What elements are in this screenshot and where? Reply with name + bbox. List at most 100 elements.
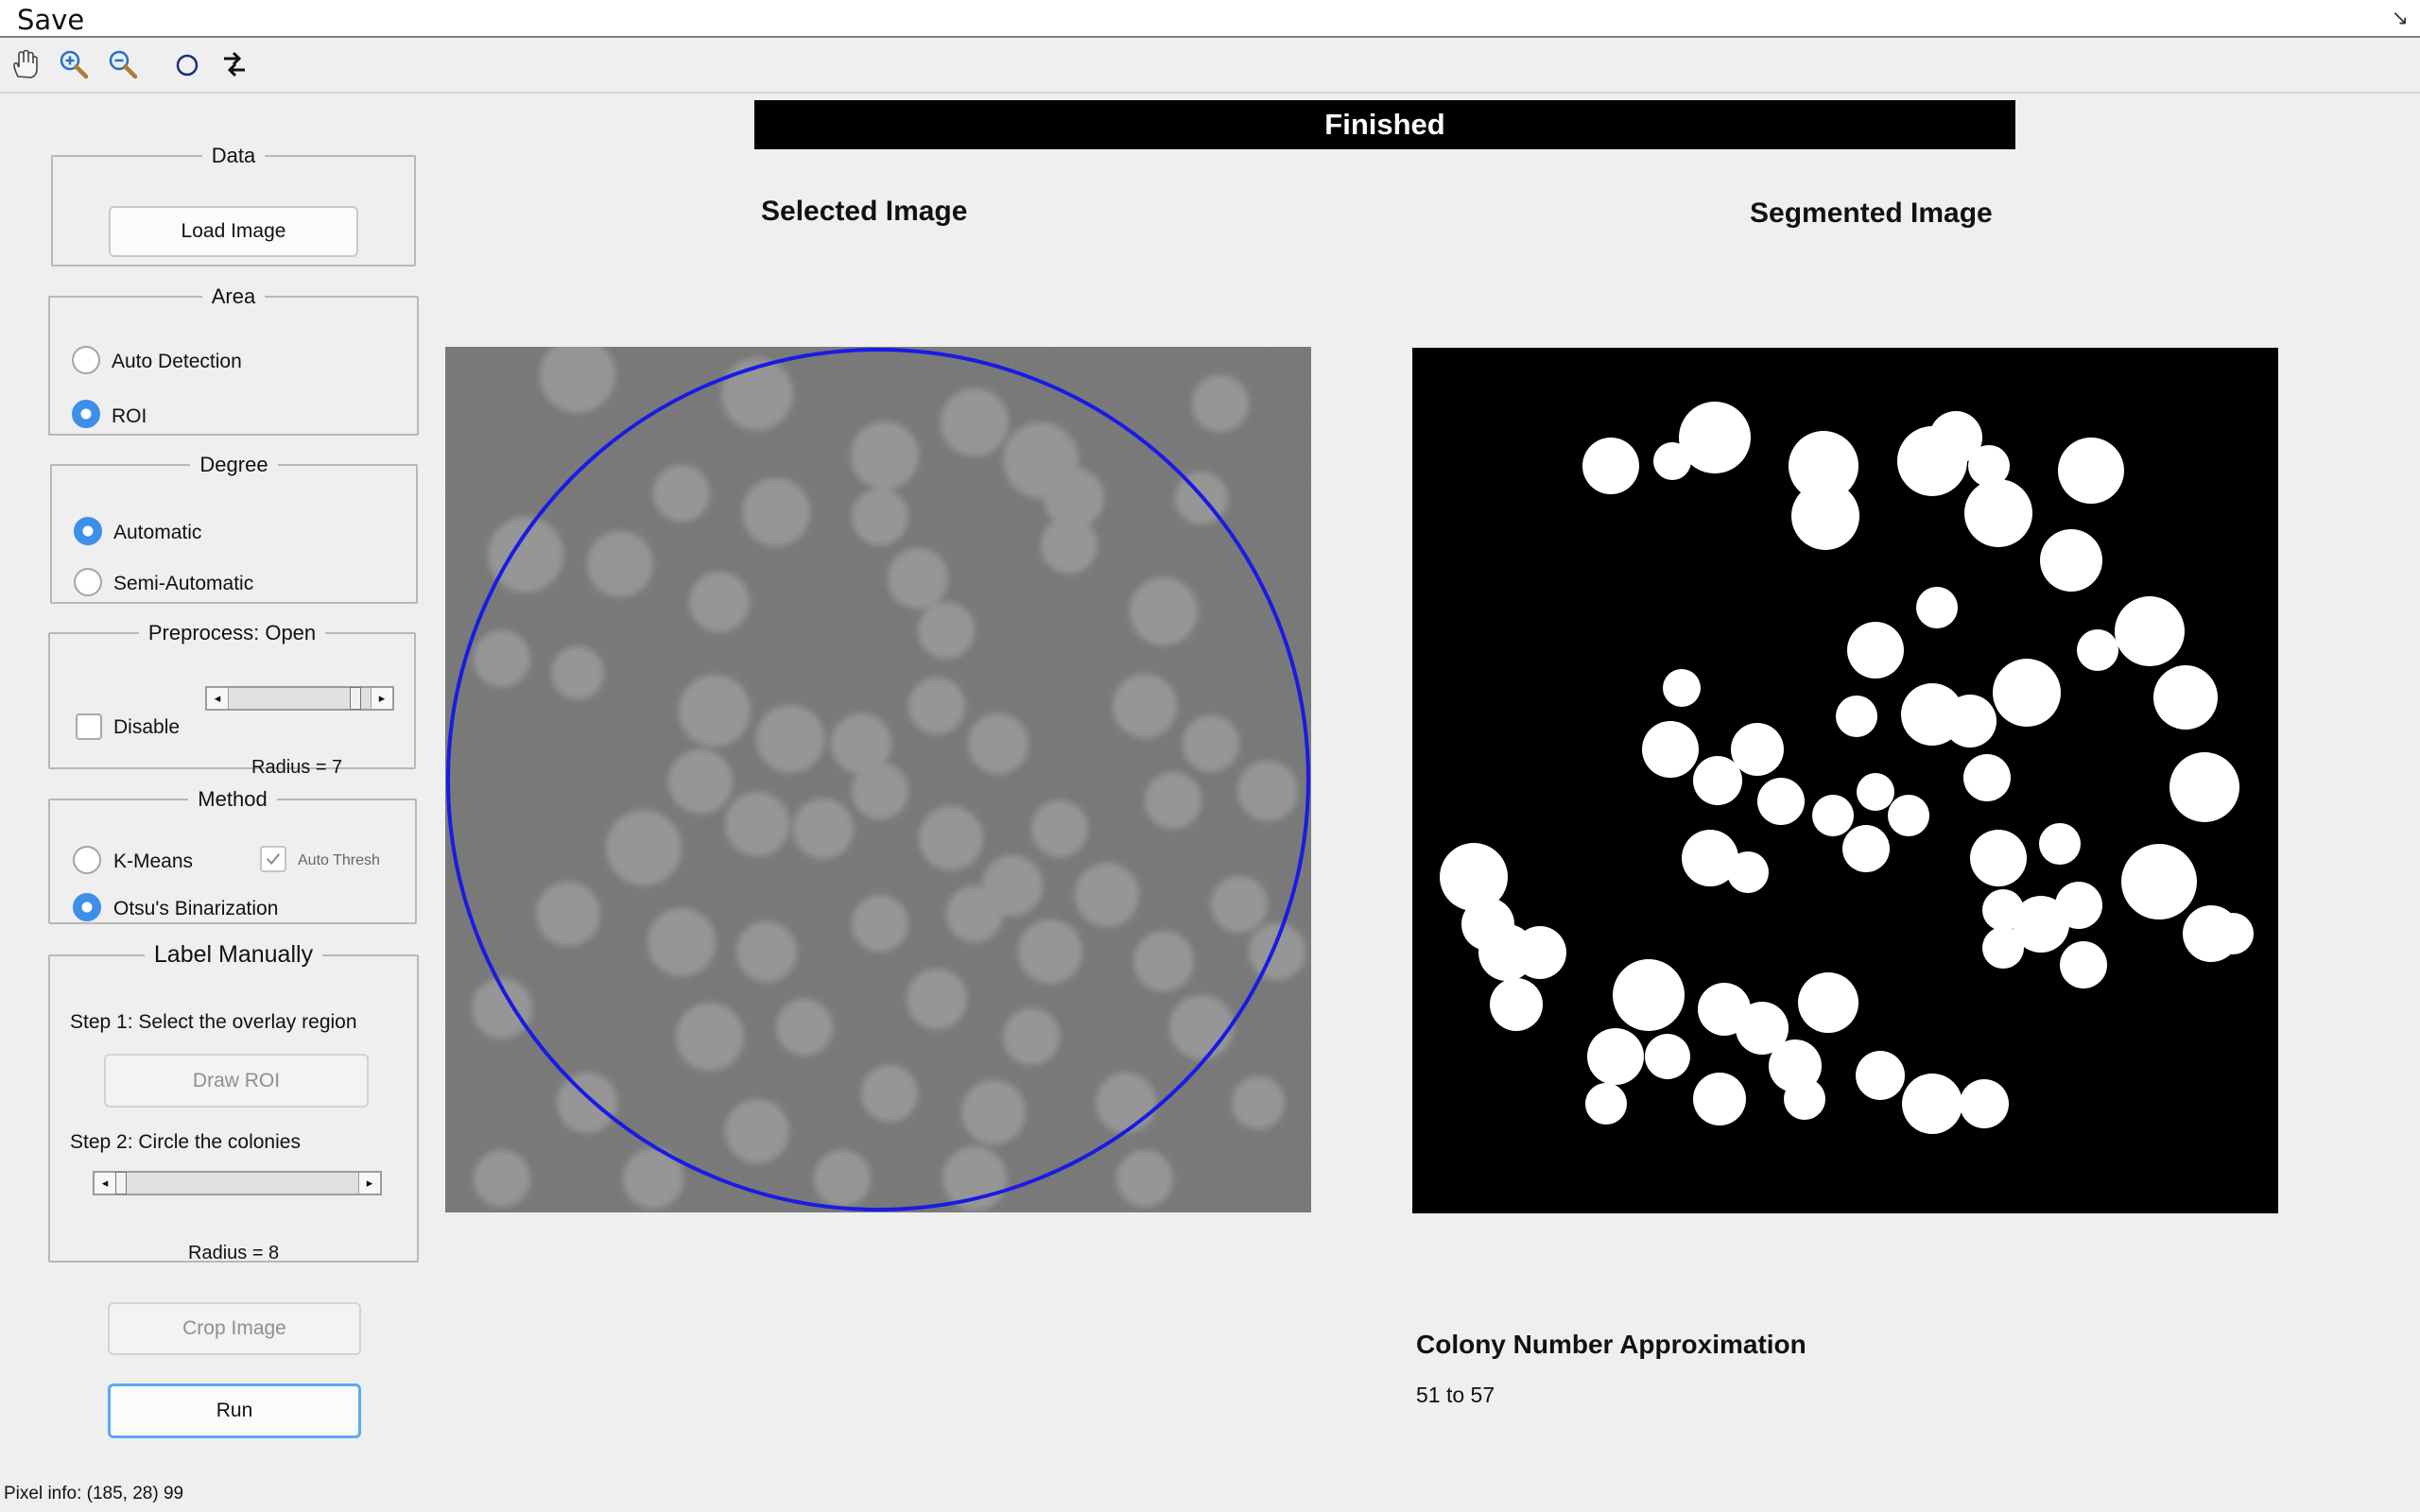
roi-radio[interactable] <box>72 400 100 428</box>
otsu-radio[interactable] <box>73 893 101 921</box>
disable-label: Disable <box>113 716 181 738</box>
segmented-blob <box>1960 1079 2009 1128</box>
auto-thresh-checkbox[interactable] <box>260 846 286 872</box>
label-manually-panel: Label Manually Step 1: Select the overla… <box>48 941 419 1263</box>
step1-text: Step 1: Select the overlay region <box>70 1011 357 1033</box>
run-button[interactable]: Run <box>108 1383 361 1438</box>
preprocess-panel: Preprocess: Open Disable ◂ ▸ Radius = 7 <box>48 621 416 778</box>
segmented-blob <box>1490 978 1543 1031</box>
circle-icon[interactable] <box>170 47 204 81</box>
segmented-blob <box>1642 721 1699 778</box>
colony-count-value: 51 to 57 <box>1416 1383 1495 1407</box>
auto-detection-label: Auto Detection <box>112 351 242 372</box>
segmented-blob <box>1693 756 1742 805</box>
slider-left-arrow-icon[interactable]: ◂ <box>207 688 229 709</box>
segmented-blob <box>1842 825 1890 872</box>
segmented-blob <box>2169 752 2239 822</box>
segmented-blob <box>1679 402 1751 473</box>
auto-thresh-label: Auto Thresh <box>298 852 380 868</box>
crop-image-button[interactable]: Crop Image <box>108 1302 361 1355</box>
data-panel: Data Load Image <box>51 144 416 266</box>
slider-right-arrow-icon[interactable]: ▸ <box>371 688 392 709</box>
segmented-blob <box>1812 795 1854 836</box>
selected-image-canvas <box>445 347 1311 1212</box>
menu-bar: Save ↘ <box>0 0 2420 38</box>
segmented-image[interactable] <box>1412 348 2278 1213</box>
segmented-blob <box>2039 823 2081 865</box>
slider-right-arrow-icon[interactable]: ▸ <box>358 1173 380 1194</box>
toolbar <box>0 38 2420 94</box>
zoom-out-icon[interactable] <box>106 47 140 81</box>
resize-corner-icon[interactable]: ↘ <box>2392 6 2409 30</box>
automatic-label: Automatic <box>113 522 202 543</box>
pan-hand-icon[interactable] <box>8 47 42 81</box>
segmented-blob <box>1836 696 1877 737</box>
segmented-blob <box>1585 1083 1627 1125</box>
slider-left-arrow-icon[interactable]: ◂ <box>95 1173 116 1194</box>
segmented-blob <box>1587 1028 1644 1085</box>
segmented-image-canvas <box>1412 348 2278 1213</box>
segmented-blob <box>1847 622 1904 679</box>
segmented-blob <box>1993 659 2061 727</box>
label-manually-panel-title: Label Manually <box>153 941 314 968</box>
swap-arrows-icon[interactable] <box>217 47 251 81</box>
segmented-blob <box>1757 778 1805 825</box>
segmented-blob <box>1784 1078 1825 1120</box>
segmented-blob <box>1513 926 1566 979</box>
area-panel-title: Area <box>211 284 256 308</box>
segmented-blob <box>2212 913 2254 954</box>
segmented-blob <box>1970 830 2027 886</box>
preprocess-panel-title: Preprocess: Open <box>147 621 317 644</box>
draw-roi-button[interactable]: Draw ROI <box>104 1054 369 1108</box>
automatic-radio[interactable] <box>74 517 102 545</box>
segmented-blob <box>1798 972 1858 1033</box>
disable-checkbox[interactable] <box>76 713 102 740</box>
segmented-blob <box>1902 1074 1962 1134</box>
segmented-blob <box>1731 723 1784 776</box>
segmented-blob <box>1964 479 2032 547</box>
segmented-blob <box>1582 438 1639 494</box>
roi-label: ROI <box>112 405 147 427</box>
semi-automatic-label: Semi-Automatic <box>113 573 254 594</box>
segmented-blob <box>1663 669 1701 707</box>
colony-radius-text: Radius = 8 <box>188 1243 280 1263</box>
segmented-image-title: Segmented Image <box>1750 198 1993 229</box>
selected-image-title: Selected Image <box>761 196 968 227</box>
segmented-blob <box>1613 959 1685 1031</box>
segmented-blob <box>2055 882 2102 929</box>
preprocess-radius-slider[interactable]: ◂ ▸ <box>205 686 394 711</box>
segmented-blob <box>2060 941 2107 988</box>
segmented-blob <box>1963 754 2011 801</box>
segmented-blob <box>1791 482 1859 550</box>
otsu-label: Otsu's Binarization <box>113 898 279 919</box>
segmented-blob <box>1693 1073 1746 1125</box>
segmented-blob <box>2058 438 2124 504</box>
segmented-blob <box>1727 851 1769 893</box>
k-means-label: K-Means <box>113 850 194 872</box>
segmented-blob <box>1645 1034 1690 1079</box>
segmented-blob <box>2115 596 2185 666</box>
degree-panel: Degree Automatic Semi-Automatic <box>50 453 418 604</box>
semi-automatic-radio[interactable] <box>74 568 102 596</box>
method-panel: Method K-Means Auto Thresh Otsu's Binari… <box>48 787 417 924</box>
segmented-blob <box>1888 795 1929 836</box>
segmented-blob <box>2040 529 2102 592</box>
step2-text: Step 2: Circle the colonies <box>70 1131 301 1153</box>
auto-detection-radio[interactable] <box>72 346 100 374</box>
slider-thumb[interactable] <box>350 687 361 710</box>
menu-save[interactable]: Save <box>17 4 84 36</box>
slider-thumb[interactable] <box>115 1172 127 1194</box>
segmented-blob <box>2153 665 2218 730</box>
segmented-blob <box>2077 629 2118 671</box>
segmented-blob <box>1857 773 1894 811</box>
selected-image[interactable] <box>445 347 1311 1212</box>
k-means-radio[interactable] <box>73 846 101 874</box>
segmented-blob <box>1856 1051 1905 1100</box>
zoom-in-icon[interactable] <box>57 47 91 81</box>
preprocess-radius-text: Radius = 7 <box>251 757 343 778</box>
colony-radius-slider[interactable]: ◂ ▸ <box>93 1171 382 1195</box>
colony-count-title: Colony Number Approximation <box>1416 1330 1806 1359</box>
method-panel-title: Method <box>198 787 268 811</box>
load-image-button[interactable]: Load Image <box>109 206 358 257</box>
area-panel: Area Auto Detection ROI <box>48 284 419 436</box>
